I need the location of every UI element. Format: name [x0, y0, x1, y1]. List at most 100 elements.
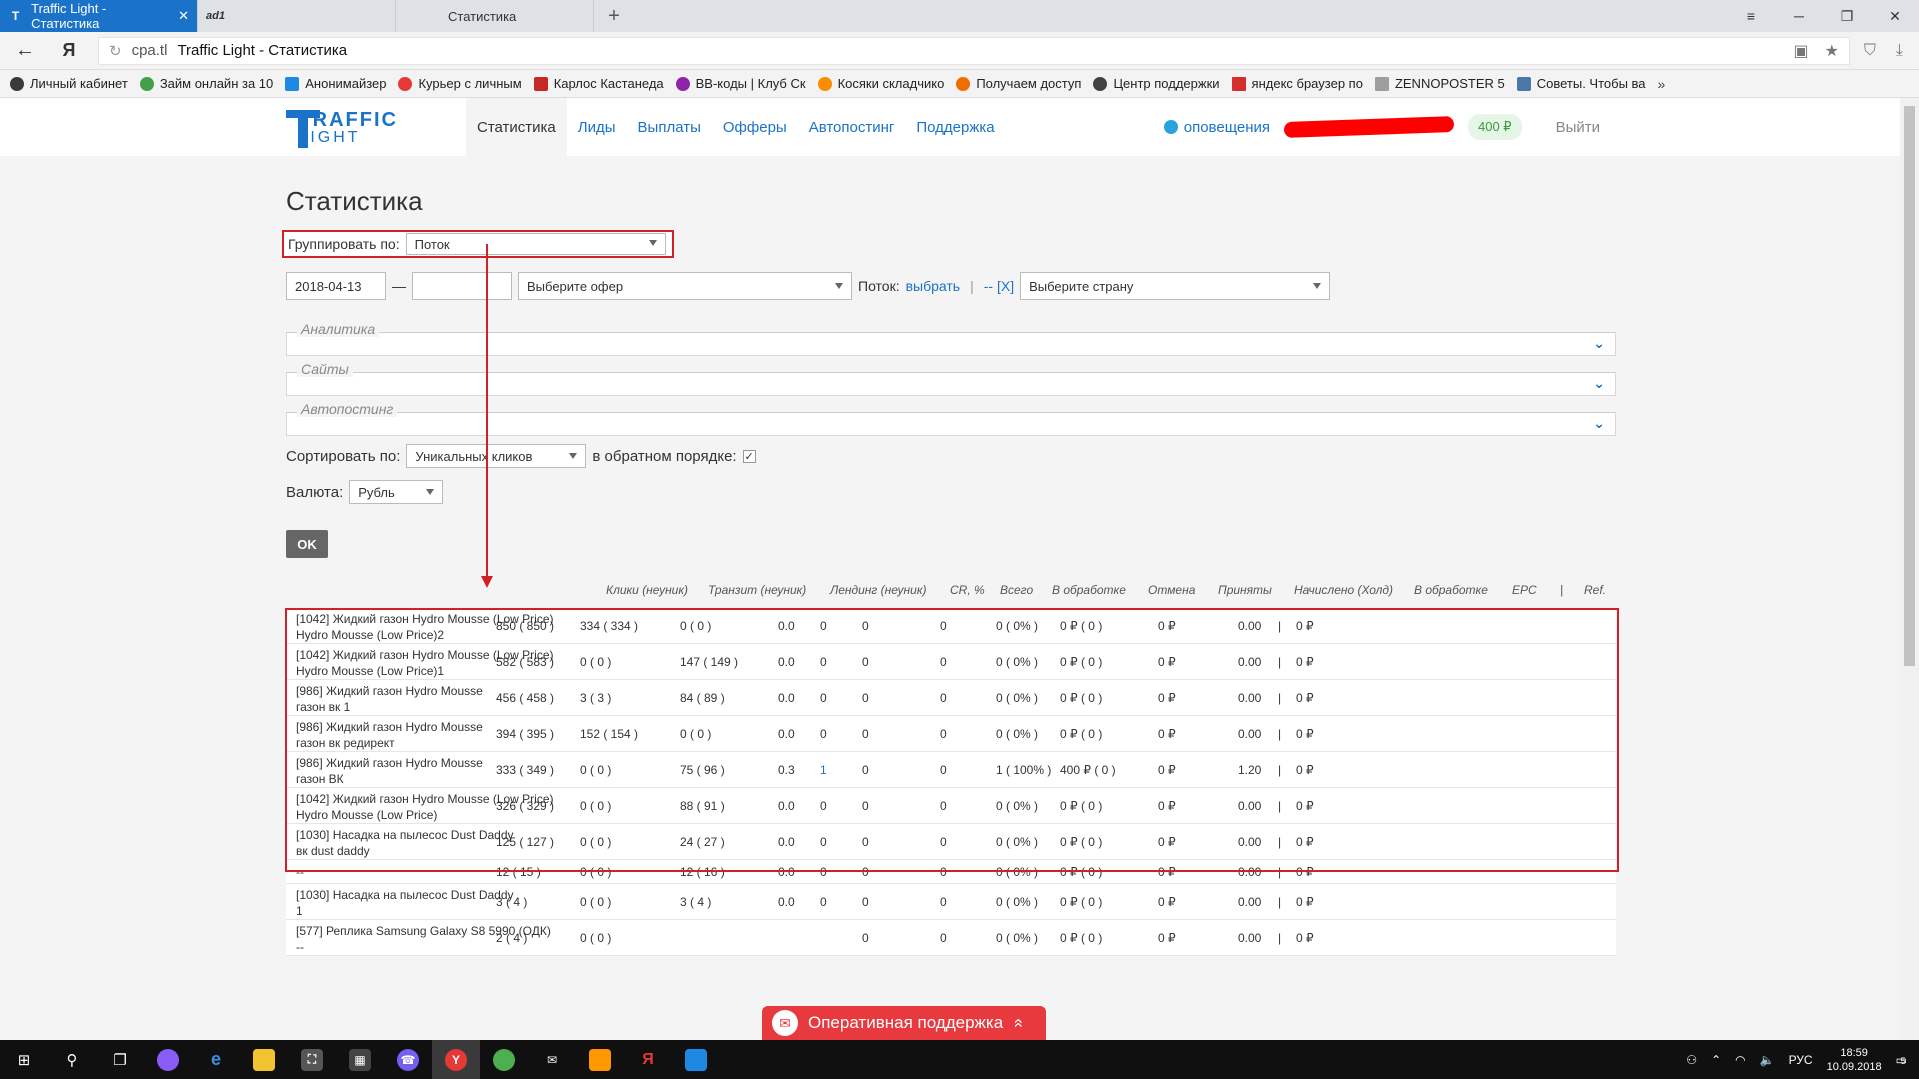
app-orange-icon[interactable] — [576, 1040, 624, 1079]
back-arrow-icon[interactable]: ← — [10, 39, 40, 62]
chevron-down-icon — [426, 489, 435, 495]
close-window-icon[interactable]: ✕ — [1871, 0, 1919, 32]
stream-clear-link[interactable]: -- [X] — [984, 278, 1014, 294]
expand-chevron-icon[interactable]: ⌄ — [1593, 415, 1605, 432]
col-landing[interactable]: Лендинг (неуник) — [830, 583, 926, 597]
bookmark-item[interactable]: Анонимайзер — [285, 76, 386, 91]
date-to-input[interactable] — [412, 272, 512, 300]
menu-icon[interactable]: ≡ — [1727, 0, 1775, 32]
bookmark-item[interactable]: Косяки складчико — [817, 76, 944, 91]
reload-icon[interactable]: ↻ — [109, 42, 122, 60]
bookmark-item[interactable]: ZENNOPOSTER 5 — [1374, 76, 1505, 91]
offer-select[interactable]: Выберите офер — [518, 272, 852, 300]
bookmark-item[interactable]: Советы. Чтобы ва — [1516, 76, 1646, 91]
task-view-icon[interactable]: ❐ — [96, 1040, 144, 1079]
language-indicator[interactable]: РУС — [1789, 1053, 1813, 1067]
app-blue-icon[interactable] — [672, 1040, 720, 1079]
edge-icon[interactable]: e — [192, 1040, 240, 1079]
browser-tab-0[interactable]: T Traffic Light - Статистика ✕ — [0, 0, 198, 32]
col-accrued[interactable]: Начислено (Холд) — [1294, 583, 1393, 597]
url-domain: cpa.tl — [131, 42, 168, 59]
nav-leads[interactable]: Лиды — [567, 98, 627, 156]
wifi-icon[interactable]: ◠ — [1735, 1053, 1745, 1067]
restore-icon[interactable]: ❐ — [1823, 0, 1871, 32]
people-icon[interactable]: ⚇ — [1686, 1053, 1697, 1067]
ok-button[interactable]: OK — [286, 530, 328, 558]
col-processing2[interactable]: В обработке — [1414, 583, 1488, 597]
col-accepted[interactable]: Приняты — [1218, 583, 1272, 597]
sort-select[interactable]: Уникальных кликов — [406, 444, 587, 468]
balance-badge[interactable]: 400 ₽ — [1468, 114, 1522, 140]
cell-proc: 0 — [862, 763, 869, 777]
col-epc[interactable]: EPC — [1512, 583, 1537, 597]
logout-link[interactable]: Выйти — [1556, 119, 1600, 136]
viber-icon[interactable]: ☎ — [384, 1040, 432, 1079]
more-bookmarks-icon[interactable]: » — [1658, 76, 1666, 92]
clock[interactable]: 18:59 10.09.2018 — [1827, 1046, 1882, 1074]
bookmark-item[interactable]: Центр поддержки — [1093, 76, 1220, 91]
currency-select[interactable]: Рубль — [349, 480, 444, 504]
file-explorer-icon[interactable] — [240, 1040, 288, 1079]
yandex-browser-icon[interactable]: Y — [432, 1040, 480, 1079]
browser-tab-2[interactable]: Статистика — [396, 0, 594, 32]
page-scrollbar[interactable] — [1900, 98, 1919, 1040]
chrome-icon[interactable] — [480, 1040, 528, 1079]
bookmark-item[interactable]: Курьер с личным — [398, 76, 522, 91]
assistant-icon[interactable] — [144, 1040, 192, 1079]
cell-total[interactable]: 1 — [820, 763, 827, 777]
bookmark-item[interactable]: Займ онлайн за 10 — [139, 76, 273, 91]
nav-payouts[interactable]: Выплаты — [627, 98, 712, 156]
group-by-select[interactable]: Поток — [405, 233, 666, 255]
page-action-icon[interactable]: ▣ — [1793, 41, 1808, 61]
bookmark-item[interactable]: Получаем доступ — [956, 76, 1081, 91]
traffic-light-logo[interactable]: TRAFFIC LIGHT — [286, 106, 398, 150]
yandex-app-icon[interactable]: Я — [624, 1040, 672, 1079]
stream-select-link[interactable]: выбрать — [906, 278, 961, 294]
col-ref[interactable]: Ref. — [1584, 583, 1606, 597]
bookmark-item[interactable]: яндекс браузер по — [1231, 76, 1363, 91]
volume-icon[interactable]: 🔈 — [1760, 1053, 1775, 1067]
scrollbar-thumb[interactable] — [1904, 106, 1915, 666]
notification-center-icon[interactable]: ▭ 5 — [1896, 1053, 1907, 1067]
yandex-logo-icon[interactable]: Я — [54, 40, 84, 61]
search-icon[interactable]: ⚲ — [48, 1040, 96, 1079]
url-field[interactable]: ↻ cpa.tl Traffic Light - Статистика ▣ ★ — [98, 36, 1850, 65]
new-tab-icon[interactable]: + — [594, 0, 634, 32]
windows-start-icon[interactable]: ⊞ — [0, 1040, 48, 1079]
calculator-icon[interactable]: ▦ — [336, 1040, 384, 1079]
notifications-link[interactable]: оповещения — [1163, 119, 1270, 136]
reverse-order-checkbox[interactable]: ✓ — [742, 449, 756, 463]
cell-epc: 0.00 — [1238, 931, 1262, 945]
nav-support[interactable]: Поддержка — [905, 98, 1005, 156]
country-select[interactable]: Выберите страну — [1020, 272, 1331, 300]
close-tab-icon[interactable]: ✕ — [178, 8, 189, 24]
tray-chevron-up-icon[interactable]: ⌃ — [1711, 1053, 1721, 1067]
col-cr[interactable]: CR, % — [950, 583, 985, 597]
col-clicks[interactable]: Клики (неуник) — [606, 583, 688, 597]
browser-tab-1[interactable]: ad1 — [198, 0, 396, 32]
cell-proc: 0 — [862, 835, 869, 849]
expand-chevron-icon[interactable]: ⌄ — [1593, 335, 1605, 352]
url-page-title: Traffic Light - Статистика — [177, 42, 348, 59]
bookmark-star-icon[interactable]: ★ — [1825, 41, 1839, 61]
col-processing[interactable]: В обработке — [1052, 583, 1126, 597]
protect-shield-icon[interactable]: ⛉ — [1864, 42, 1876, 60]
col-transit[interactable]: Транзит (неуник) — [708, 583, 806, 597]
date-from-input[interactable]: 2018-04-13 — [286, 272, 386, 300]
minimize-icon[interactable]: ─ — [1775, 0, 1823, 32]
bookmark-item[interactable]: Карлос Кастанеда — [533, 76, 664, 91]
nav-autoposting[interactable]: Автопостинг — [798, 98, 906, 156]
bookmark-item[interactable]: Личный кабинет — [10, 76, 128, 91]
bookmark-item[interactable]: BB-коды | Клуб Ск — [675, 76, 806, 91]
col-total[interactable]: Всего — [1000, 583, 1033, 597]
nav-offers[interactable]: Офферы — [712, 98, 798, 156]
cell-ref: 0 ₽ — [1296, 763, 1314, 777]
store-icon[interactable]: ⛶ — [288, 1040, 336, 1079]
mail-app-icon[interactable]: ✉ — [528, 1040, 576, 1079]
nav-statistics[interactable]: Статистика — [466, 98, 567, 156]
expand-chevron-icon[interactable]: ⌄ — [1593, 375, 1605, 392]
support-chat-button[interactable]: ✉ Оперативная поддержка » — [762, 1006, 1046, 1040]
download-icon[interactable]: ⤓ — [1896, 42, 1903, 60]
col-cancel[interactable]: Отмена — [1148, 583, 1195, 597]
stream-label: Поток: — [858, 278, 900, 294]
